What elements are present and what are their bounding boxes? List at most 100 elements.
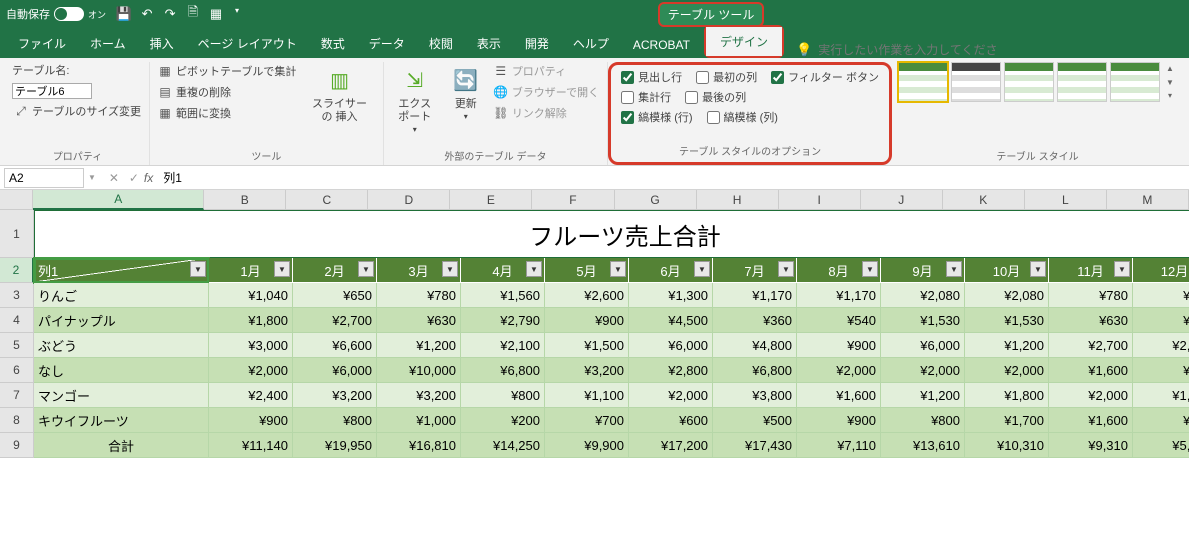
table-cell[interactable]: ¥1,500	[545, 333, 629, 358]
table-cell[interactable]: ¥1,600	[1049, 358, 1133, 383]
table-total-cell[interactable]: ¥17,430	[713, 433, 797, 458]
table-total-cell[interactable]: ¥7,110	[797, 433, 881, 458]
filter-button-10[interactable]: ▼	[1030, 261, 1046, 277]
col-header-B[interactable]: B	[204, 190, 286, 210]
tab-formulas[interactable]: 数式	[309, 29, 357, 58]
table-cell[interactable]: ¥2,000	[881, 358, 965, 383]
col-header-I[interactable]: I	[779, 190, 861, 210]
cb-filter-button[interactable]: フィルター ボタン	[771, 69, 879, 85]
table-cell[interactable]: ¥1,600	[1049, 408, 1133, 433]
table-header-9[interactable]: 9月▼	[881, 258, 965, 283]
tab-view[interactable]: 表示	[465, 29, 513, 58]
table-total-cell[interactable]: ¥13,610	[881, 433, 965, 458]
table-cell[interactable]: ¥2,400	[209, 383, 293, 408]
table-cell[interactable]: ¥630	[377, 308, 461, 333]
table-cell[interactable]: ¥1,530	[881, 308, 965, 333]
table-cell[interactable]: ¥2,100	[461, 333, 545, 358]
table-cell[interactable]: ¥2,800	[629, 358, 713, 383]
table-cell[interactable]: ¥2,600	[545, 283, 629, 308]
autosave-toggle[interactable]	[54, 7, 84, 21]
tab-developer[interactable]: 開発	[513, 29, 561, 58]
name-box[interactable]	[4, 168, 84, 188]
row-header-5[interactable]: 5	[0, 333, 34, 358]
table-cell[interactable]: ¥780	[377, 283, 461, 308]
table-total-cell[interactable]: ¥19,950	[293, 433, 377, 458]
col-header-D[interactable]: D	[368, 190, 450, 210]
row-header-6[interactable]: 6	[0, 358, 34, 383]
table-cell[interactable]: ¥900	[209, 408, 293, 433]
table-total-label[interactable]: 合計	[34, 433, 209, 458]
table-header-first[interactable]: 列1▼	[34, 258, 209, 283]
table-row-label[interactable]: りんご	[34, 283, 209, 308]
table-cell[interactable]: ¥6,000	[881, 333, 965, 358]
table-row-label[interactable]: マンゴー	[34, 383, 209, 408]
table-cell[interactable]: ¥600	[629, 408, 713, 433]
table-cell[interactable]: ¥2,000	[209, 358, 293, 383]
table-cell[interactable]: ¥2,080	[881, 283, 965, 308]
filter-button-9[interactable]: ▼	[946, 261, 962, 277]
gallery-more-icon[interactable]: ▾	[1163, 91, 1177, 100]
table-cell[interactable]: ¥3,200	[293, 383, 377, 408]
col-header-H[interactable]: H	[697, 190, 779, 210]
style-thumb-3[interactable]	[1004, 62, 1054, 102]
table-cell[interactable]: ¥1,200	[377, 333, 461, 358]
refresh-button[interactable]: 🔄 更新 ▾	[444, 62, 488, 123]
title-cell[interactable]: フルーツ売上合計	[34, 210, 1189, 258]
table-total-cell[interactable]: ¥5,300	[1133, 433, 1189, 458]
table-cell[interactable]: ¥1,530	[965, 308, 1049, 333]
col-header-J[interactable]: J	[861, 190, 943, 210]
table-cell[interactable]: ¥800	[293, 408, 377, 433]
table-cell[interactable]: ¥800	[881, 408, 965, 433]
table-cell[interactable]: ¥2,000	[797, 358, 881, 383]
table-cell[interactable]: ¥2,000	[629, 383, 713, 408]
table-total-cell[interactable]: ¥17,200	[629, 433, 713, 458]
table-cell[interactable]: ¥6,000	[629, 333, 713, 358]
table-total-cell[interactable]: ¥11,140	[209, 433, 293, 458]
table-cell[interactable]: ¥1,300	[629, 283, 713, 308]
tab-help[interactable]: ヘルプ	[561, 29, 621, 58]
table-cell[interactable]: ¥2,080	[965, 283, 1049, 308]
table-cell[interactable]: ¥780	[1049, 283, 1133, 308]
cb-header-row[interactable]: 見出し行	[621, 69, 682, 85]
table-cell[interactable]: ¥6,600	[293, 333, 377, 358]
filter-button-5[interactable]: ▼	[610, 261, 626, 277]
table-cell[interactable]: ¥3,200	[377, 383, 461, 408]
cb-total-row[interactable]: 集計行	[621, 89, 671, 105]
table-header-3[interactable]: 3月▼	[377, 258, 461, 283]
tab-data[interactable]: データ	[357, 29, 417, 58]
col-header-E[interactable]: E	[450, 190, 532, 210]
table-header-6[interactable]: 6月▼	[629, 258, 713, 283]
col-header-L[interactable]: L	[1025, 190, 1107, 210]
table-total-cell[interactable]: ¥9,310	[1049, 433, 1133, 458]
cb-last-col[interactable]: 最後の列	[685, 89, 746, 105]
table-cell[interactable]: ¥3,800	[713, 383, 797, 408]
export-button[interactable]: ⇲ エクスポート ▾	[390, 62, 440, 136]
table-cell[interactable]: ¥650	[293, 283, 377, 308]
col-header-A[interactable]: A	[33, 190, 204, 210]
row-header-2[interactable]: 2	[0, 258, 34, 283]
table-cell[interactable]: ¥2,700	[293, 308, 377, 333]
table-cell[interactable]: ¥810	[1133, 308, 1189, 333]
table-total-cell[interactable]: ¥10,310	[965, 433, 1049, 458]
table-header-11[interactable]: 11月▼	[1049, 258, 1133, 283]
table-row-label[interactable]: なし	[34, 358, 209, 383]
table-header-5[interactable]: 5月▼	[545, 258, 629, 283]
table-cell[interactable]: ¥900	[545, 308, 629, 333]
filter-button-6[interactable]: ▼	[694, 261, 710, 277]
table-cell[interactable]: ¥630	[1049, 308, 1133, 333]
insert-slicer-button[interactable]: ▥ スライサーの 挿入	[302, 62, 376, 126]
table-cell[interactable]: ¥1,800	[209, 308, 293, 333]
col-header-F[interactable]: F	[532, 190, 614, 210]
table-cell[interactable]: ¥400	[1133, 358, 1189, 383]
row-header-8[interactable]: 8	[0, 408, 34, 433]
table-cell[interactable]: ¥1,170	[797, 283, 881, 308]
table-cell[interactable]: ¥1,040	[209, 283, 293, 308]
col-header-M[interactable]: M	[1107, 190, 1189, 210]
table-cell[interactable]: ¥400	[1133, 408, 1189, 433]
formula-input[interactable]	[159, 169, 1189, 187]
table-cell[interactable]: ¥1,800	[965, 383, 1049, 408]
table-cell[interactable]: ¥2,790	[461, 308, 545, 333]
tell-me-input[interactable]	[818, 43, 998, 57]
table-cell[interactable]: ¥1,700	[965, 408, 1049, 433]
remove-duplicates-button[interactable]: ▤重複の削除	[156, 83, 298, 101]
